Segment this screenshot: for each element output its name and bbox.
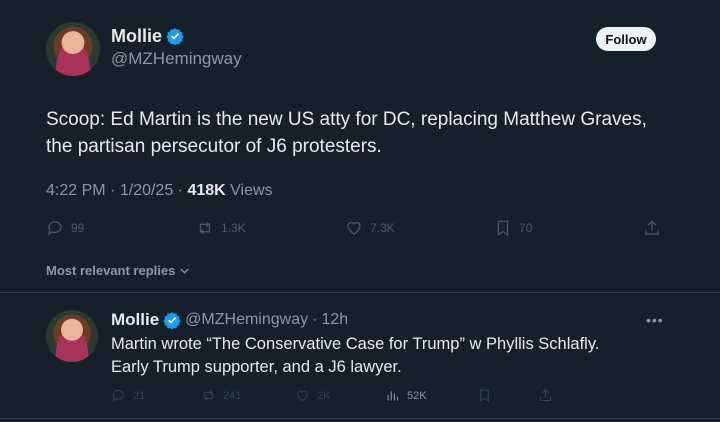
reply-views-action[interactable]: 52K [385,388,427,403]
reply-repost-count: 241 [223,389,242,402]
reply-author-avatar[interactable] [46,310,98,362]
heart-icon [347,221,361,235]
reply-repost-action[interactable]: 241 [201,388,241,403]
analytics-icon [387,391,399,401]
share-action[interactable] [643,219,661,237]
replies-sort-dropdown[interactable]: Most relevant replies [46,263,191,278]
more-dots-icon: ••• [646,312,664,328]
reply-text: Martin wrote “The Conservative Case for … [111,333,701,379]
bookmark-count: 70 [519,221,533,235]
author-handle[interactable]: @MZHemingway [111,49,242,69]
reply-count: 99 [71,221,85,235]
tweet-date[interactable]: 1/20/25 [120,182,173,199]
chevron-down-icon [180,268,190,274]
verified-badge-icon [163,312,181,329]
author-avatar[interactable] [46,22,100,76]
bookmark-icon [480,389,489,403]
more-options-button[interactable]: ••• [646,312,664,328]
tweet-meta: 4:22 PM · 1/20/25 · 418K Views [46,182,273,200]
reply-author-name[interactable]: Mollie [111,310,159,330]
verified-badge-icon [166,28,185,45]
like-count: 7.3K [370,221,395,235]
tweet-text: Scoop: Ed Martin is the new US atty for … [46,106,686,160]
share-icon [539,389,552,402]
reply-reply-count: 21 [133,389,146,402]
tweet-time[interactable]: 4:22 PM [46,182,106,199]
bookmark-action[interactable]: 70 [494,219,532,237]
repost-icon [199,221,211,235]
like-action[interactable]: 7.3K [345,219,395,237]
reply-age[interactable]: 12h [321,311,348,329]
heart-icon [296,390,309,402]
repost-count: 1.3K [221,221,246,235]
reply-author-handle[interactable]: @MZHemingway [185,311,308,329]
tweet-text-line-2: the partisan persecutor of J6 protesters… [46,136,382,157]
author-name-row[interactable]: Mollie [111,26,185,47]
meta-separator: · [177,182,188,199]
reply-bookmark-action[interactable] [477,388,492,403]
views-label: Views [230,182,273,199]
author-name[interactable]: Mollie [111,26,162,46]
reply-text-line-2: Early Trump supporter, and a J6 lawyer. [111,358,402,376]
reply-views-count: 52K [407,389,427,402]
reply-action[interactable]: 99 [46,219,84,237]
reply-like-action[interactable]: 2K [295,388,330,403]
tweet-text-line-1: Scoop: Ed Martin is the new US atty for … [46,109,647,130]
repost-action[interactable]: 1.3K [196,219,246,237]
replies-sort-label: Most relevant replies [46,263,176,278]
meta-separator: · [312,311,318,328]
share-icon [645,220,659,235]
reply-icon [112,389,125,402]
reply-reply-action[interactable]: 21 [111,388,145,403]
bottom-divider [0,418,720,419]
follow-button[interactable]: Follow [596,27,656,51]
reply-icon [48,221,62,236]
meta-separator: · [110,182,120,199]
reply-like-count: 2K [317,389,331,402]
views-count: 418K [187,182,226,199]
reply-text-line-1: Martin wrote “The Conservative Case for … [111,335,600,353]
reply-header: Mollie @MZHemingway · 12h [111,310,348,330]
bookmark-icon [497,220,509,237]
reply-share-action[interactable] [538,388,553,403]
replies-divider [0,292,720,293]
repost-icon [204,390,213,401]
